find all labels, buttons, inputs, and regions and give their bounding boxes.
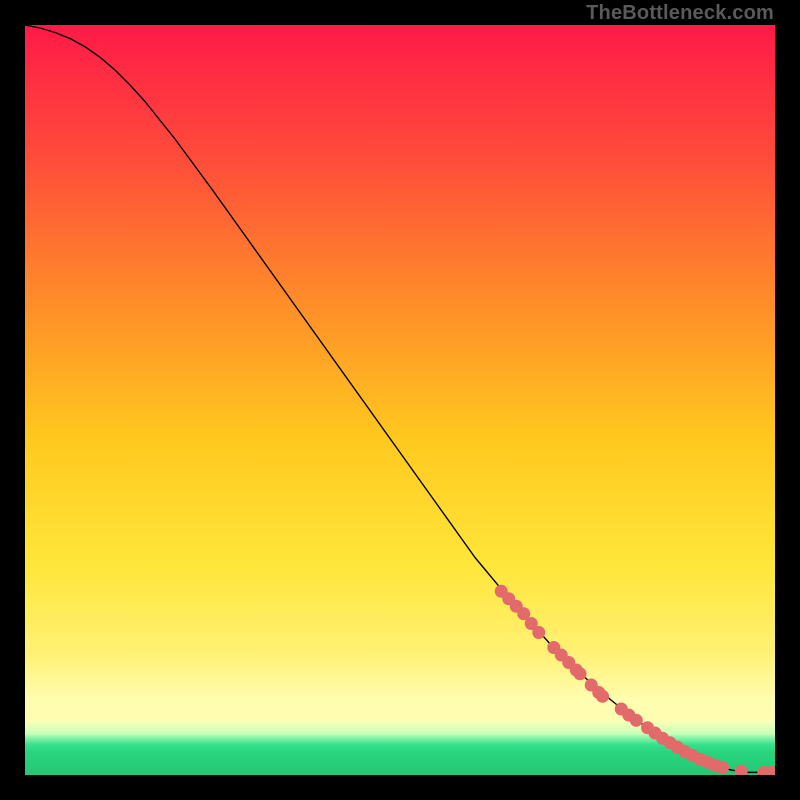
data-point — [596, 690, 609, 703]
chart-frame: TheBottleneck.com — [0, 0, 800, 800]
gradient-background — [25, 25, 775, 775]
data-point — [532, 626, 545, 639]
plot-area — [25, 25, 775, 775]
watermark-text: TheBottleneck.com — [586, 2, 774, 25]
data-point — [630, 714, 643, 727]
data-point — [574, 667, 587, 680]
data-point — [716, 761, 729, 774]
chart-svg — [25, 25, 775, 775]
